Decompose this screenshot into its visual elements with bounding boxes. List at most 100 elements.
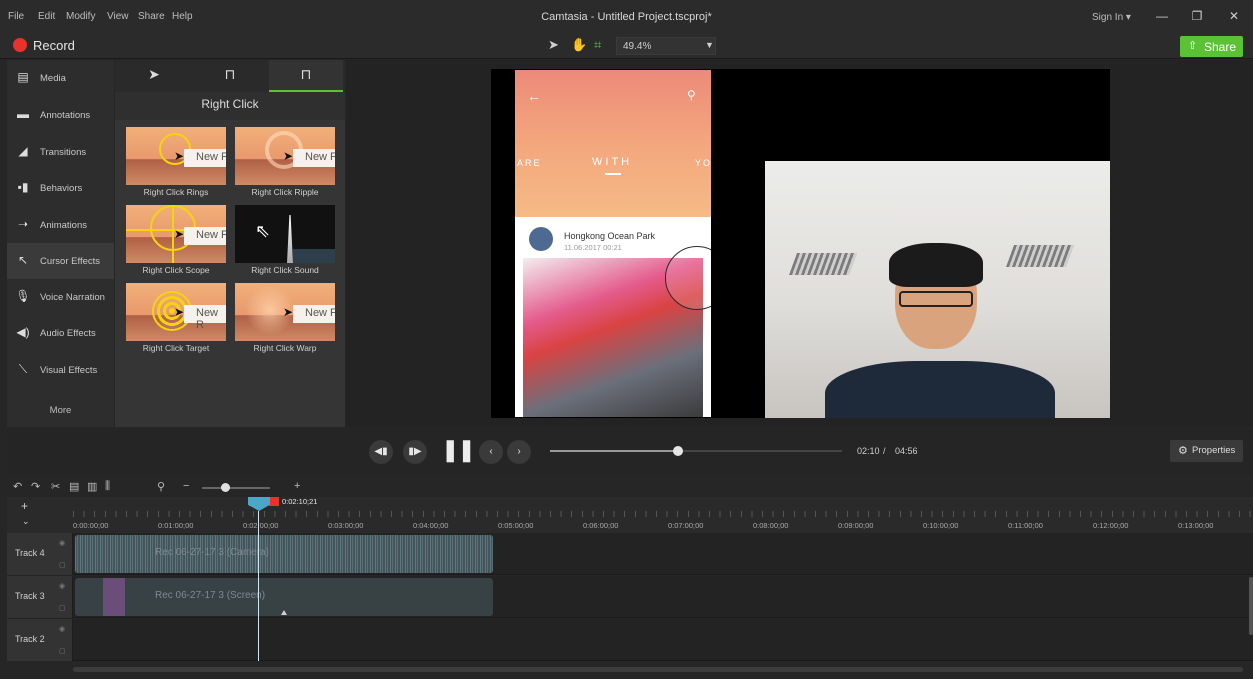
effect-label: Right Click Warp xyxy=(253,343,317,353)
timeline-zoom-handle[interactable] xyxy=(221,483,230,492)
screen-recording: ← ⚲ ARE WITH YO Hongkong Ocean Park 11.0… xyxy=(515,70,711,417)
properties-button[interactable]: ⚙ Properties xyxy=(1170,440,1243,462)
effect-right-click-sound[interactable]: ⇖ Right Click Sound xyxy=(235,205,335,277)
person-hair xyxy=(889,243,983,287)
track-header[interactable]: Track 2 ◉ ▢ xyxy=(7,619,73,661)
playhead-handle[interactable] xyxy=(248,497,270,511)
sign-in-button[interactable]: Sign In ▾ xyxy=(1092,12,1131,23)
sidebar-item-cursor-effects[interactable]: ↖ Cursor Effects xyxy=(7,243,114,279)
clip-title: Rec 06-27-17 3 (Screen) xyxy=(155,590,266,601)
previous-clip-button[interactable]: ‹ xyxy=(479,440,503,464)
lock-icon[interactable]: ▢ xyxy=(59,604,66,612)
thumb-text: New R xyxy=(184,305,226,331)
phone-tab-with: WITH xyxy=(592,156,633,168)
scrubber-handle[interactable] xyxy=(673,446,684,456)
split-icon[interactable]: ⫼ xyxy=(105,480,110,493)
track-header[interactable]: Track 3 ◉ ▢ xyxy=(7,576,73,618)
zoom-in-icon[interactable]: + xyxy=(294,480,300,492)
sidebar-item-annotations[interactable]: ▬ Annotations xyxy=(7,97,114,133)
playback-bar: ◀▮ ▮▶ ❚❚ ‹ › 02:10 / 04:56 ⚙ Properties xyxy=(7,428,1253,474)
select-arrow-icon[interactable]: ➤ xyxy=(548,37,559,53)
time-separator: / xyxy=(883,446,886,456)
chevron-down-icon[interactable]: ⌄ xyxy=(22,516,30,527)
tick-label: 0:13:00;00 xyxy=(1178,521,1214,530)
track-header[interactable]: Track 4 ◉ ▢ xyxy=(7,533,73,575)
crop-icon[interactable]: ⌗ xyxy=(594,37,601,53)
zoom-icon[interactable]: ⚲ xyxy=(157,480,165,493)
tick-label: 0:10:00;00 xyxy=(923,521,959,530)
phone-header: ← ⚲ ARE WITH YO xyxy=(515,70,711,217)
close-icon[interactable]: ✕ xyxy=(1226,9,1242,23)
effect-thumbnail: ➤ New F xyxy=(126,205,226,263)
sidebar-item-audio-effects[interactable]: ◀) Audio Effects xyxy=(7,315,114,351)
minimize-icon[interactable]: — xyxy=(1154,9,1170,23)
sidebar-item-visual-effects[interactable]: ⟍ Visual Effects xyxy=(7,352,114,388)
redo-icon[interactable]: ↷ xyxy=(31,480,40,493)
effect-right-click-ripple[interactable]: ➤ New F Right Click Ripple xyxy=(235,127,335,199)
microphone-icon: 🎙 xyxy=(15,289,31,303)
pan-hand-icon[interactable]: ✋ xyxy=(571,37,587,53)
lock-icon[interactable]: ▢ xyxy=(59,561,66,569)
effect-label: Right Click Rings xyxy=(143,187,209,197)
sidebar-item-behaviors[interactable]: ▪▮ Behaviors xyxy=(7,170,114,206)
track-label: Track 3 xyxy=(15,591,45,601)
sidebar-item-media[interactable]: ▤ Media xyxy=(7,60,114,96)
sidebar-item-transitions[interactable]: ◢ Transitions xyxy=(7,134,114,170)
sidebar-item-voice-narration[interactable]: 🎙 Voice Narration xyxy=(7,279,114,315)
vertical-scrollbar[interactable] xyxy=(1249,577,1253,635)
record-label: Record xyxy=(33,38,75,53)
more-button[interactable]: More xyxy=(7,405,114,416)
tab-right-click[interactable]: ⊓ xyxy=(269,60,343,92)
tab-left-click[interactable]: ⊓ xyxy=(193,60,267,92)
timeline-ruler[interactable]: + ⌄ 0:00:00;00 0:01:00;00 0:02:00;00 0:0… xyxy=(7,497,1253,533)
avatar xyxy=(529,227,553,251)
effect-right-click-scope[interactable]: ➤ New F Right Click Scope xyxy=(126,205,226,277)
panel-title: Right Click xyxy=(201,97,259,111)
share-button[interactable]: ⇧ Share xyxy=(1180,36,1243,57)
paste-icon[interactable]: ▥ xyxy=(87,480,97,493)
effect-right-click-target[interactable]: ➤ New R Right Click Target xyxy=(126,283,226,355)
effect-right-click-warp[interactable]: ➤ New F Right Click Warp xyxy=(235,283,335,355)
sidebar-item-label: Behaviors xyxy=(40,183,83,194)
zoom-dropdown[interactable]: 49.4% ▼ xyxy=(616,37,716,55)
step-back-button[interactable]: ◀▮ xyxy=(369,440,393,464)
selection-end-handle[interactable] xyxy=(269,497,279,506)
lock-icon[interactable]: ▢ xyxy=(59,647,66,655)
screen-clip[interactable]: Rec 06-27-17 3 (Screen) xyxy=(75,578,493,616)
step-forward-button[interactable]: ▮▶ xyxy=(403,440,427,464)
eye-icon[interactable]: ◉ xyxy=(59,539,65,547)
properties-label: Properties xyxy=(1192,445,1236,456)
timeline-zoom-slider[interactable] xyxy=(202,487,270,489)
record-dot-icon xyxy=(13,38,27,52)
pause-button[interactable]: ❚❚ xyxy=(441,437,476,463)
undo-icon[interactable]: ↶ xyxy=(13,480,22,493)
sidebar-item-animations[interactable]: ➝ Animations xyxy=(7,207,114,243)
cut-icon[interactable]: ✂ xyxy=(51,480,60,493)
cursor-effect-marker[interactable] xyxy=(281,610,287,615)
back-arrow-icon: ← xyxy=(527,88,541,104)
tab-cursor-highlight[interactable]: ➤ xyxy=(117,60,191,92)
camera-clip[interactable]: Rec 06-27-17 3 (Camera) xyxy=(75,535,493,573)
effect-thumbnail: ➤ New F xyxy=(235,283,335,341)
effect-right-click-rings[interactable]: ➤ New F Right Click Rings xyxy=(126,127,226,199)
maximize-icon[interactable]: ❐ xyxy=(1189,9,1205,23)
preview-canvas[interactable]: ← ⚲ ARE WITH YO Hongkong Ocean Park 11.0… xyxy=(491,69,1110,418)
horizontal-scrollbar[interactable] xyxy=(73,667,1243,672)
mouse-left-icon: ⊓ xyxy=(224,66,236,82)
effect-label: Right Click Scope xyxy=(142,265,210,275)
zoom-out-icon[interactable]: − xyxy=(183,480,189,492)
tools-sidebar: ▤ Media ▬ Annotations ◢ Transitions ▪▮ B… xyxy=(7,60,114,427)
add-track-icon[interactable]: + xyxy=(21,499,28,513)
thumb-text: New F xyxy=(184,149,226,167)
eye-icon[interactable]: ◉ xyxy=(59,582,65,590)
search-icon: ⚲ xyxy=(687,88,696,102)
step-forward-icon: ▮▶ xyxy=(408,446,422,457)
sidebar-item-label: Animations xyxy=(40,220,87,231)
post-date: 11.06.2017 00:21 xyxy=(564,243,622,252)
eye-icon[interactable]: ◉ xyxy=(59,625,65,633)
tick-label: 0:09:00;00 xyxy=(838,521,874,530)
next-clip-button[interactable]: › xyxy=(507,440,531,464)
track-row: Track 4 ◉ ▢ Rec 06-27-17 3 (Camera) xyxy=(7,533,1253,575)
cursor-effect-tabs: ➤ ⊓ ⊓ xyxy=(115,60,345,92)
copy-icon[interactable]: ▤ xyxy=(69,480,79,493)
